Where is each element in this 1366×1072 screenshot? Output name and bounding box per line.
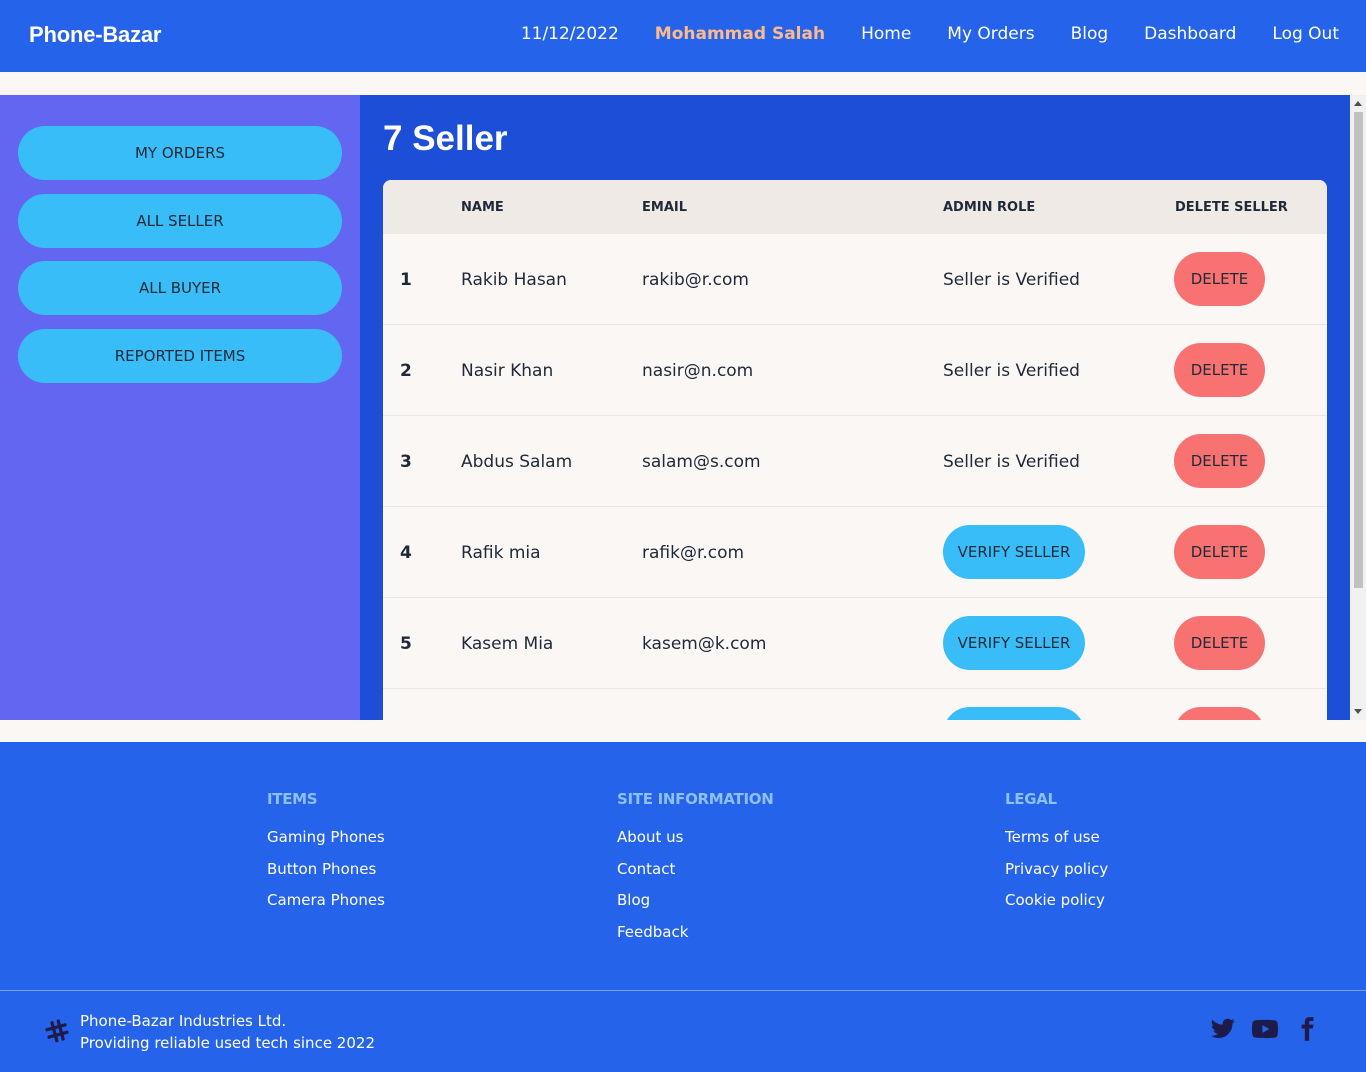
nav-link-logout[interactable]: Log Out xyxy=(1272,24,1339,44)
sidebar-item-all-seller[interactable]: ALL SELLER xyxy=(18,194,342,248)
table-row: 2 Nasir Khan nasir@n.com Seller is Verified… xyxy=(383,325,1327,416)
footer: ITEMS Gaming Phones Button Phones Camera… xyxy=(0,742,1366,1072)
footer-heading: ITEMS xyxy=(267,790,318,808)
table-row: 4 Rafik mia rafik@r.com VERIFY SELLER DELETE xyxy=(383,507,1327,598)
company-tagline: Providing reliable used tech since 2022 xyxy=(80,1034,375,1052)
nav-user-name: Mohammad Salah xyxy=(654,24,826,44)
footer-link[interactable]: Camera Phones xyxy=(267,891,385,923)
seller-email: rakib@r.com xyxy=(642,270,749,290)
company-name: Phone-Bazar Industries Ltd. xyxy=(80,1012,287,1030)
table-header: NAME EMAIL ADMIN ROLE DELETE SELLER xyxy=(383,180,1327,234)
nav-link-dashboard[interactable]: Dashboard xyxy=(1144,24,1236,44)
dashboard-sidebar: MY ORDERS ALL SELLER ALL BUYER REPORTED … xyxy=(0,95,360,720)
nav-link-blog[interactable]: Blog xyxy=(1071,24,1109,44)
footer-column-items: ITEMS Gaming Phones Button Phones Camera… xyxy=(267,790,385,923)
footer-divider xyxy=(0,990,1366,991)
scroll-thumb[interactable] xyxy=(1354,112,1363,588)
nav-links: 11/12/2022 Mohammad Salah Home My Orders… xyxy=(521,24,1339,44)
sidebar-item-my-orders[interactable]: MY ORDERS xyxy=(18,126,342,180)
brand-logo[interactable]: Phone-Bazar xyxy=(29,22,161,48)
column-header-admin-role: ADMIN ROLE xyxy=(943,200,1036,215)
delete-seller-button[interactable]: DELETE xyxy=(1174,343,1265,397)
footer-link[interactable]: Gaming Phones xyxy=(267,828,385,860)
seller-verified-status: Seller is Verified xyxy=(943,361,1080,381)
row-index: 4 xyxy=(400,543,412,563)
verify-seller-button[interactable]: VERIFY SELLER xyxy=(943,616,1085,670)
seller-verified-status: Seller is Verified xyxy=(943,270,1080,290)
footer-company: Phone-Bazar Industries Ltd. Providing re… xyxy=(44,1010,375,1054)
seller-email: nasir@n.com xyxy=(642,361,754,381)
delete-seller-button[interactable]: DELETE xyxy=(1174,616,1265,670)
seller-name: Rakib Hasan xyxy=(461,270,567,290)
page-title: 7 Seller xyxy=(383,119,508,158)
dashboard-main: 7 Seller NAME EMAIL ADMIN ROLE DELETE SE… xyxy=(360,95,1350,720)
nav-link-home[interactable]: Home xyxy=(861,24,911,44)
nav-link-my-orders[interactable]: My Orders xyxy=(947,24,1034,44)
scroll-up-arrow-icon[interactable] xyxy=(1354,101,1362,106)
scrollbar[interactable] xyxy=(1350,95,1366,720)
footer-column-legal: LEGAL Terms of use Privacy policy Cookie… xyxy=(1005,790,1108,923)
social-links xyxy=(1210,1016,1320,1042)
table-row: 5 Kasem Mia kasem@k.com VERIFY SELLER DELETE xyxy=(383,598,1327,689)
seller-name: Rafik mia xyxy=(461,543,541,563)
footer-link[interactable]: Contact xyxy=(617,860,773,892)
footer-link[interactable]: Feedback xyxy=(617,923,773,955)
seller-name: Kasem Mia xyxy=(461,634,554,654)
footer-heading: LEGAL xyxy=(1005,790,1057,808)
footer-link[interactable]: About us xyxy=(617,828,773,860)
company-logo-icon xyxy=(44,1018,70,1044)
footer-link[interactable]: Button Phones xyxy=(267,860,385,892)
delete-seller-button[interactable] xyxy=(1174,707,1265,720)
row-index: 1 xyxy=(400,270,412,290)
seller-email: salam@s.com xyxy=(642,452,761,472)
seller-name: Nasir Khan xyxy=(461,361,554,381)
twitter-icon[interactable] xyxy=(1210,1016,1236,1042)
seller-email: rafik@r.com xyxy=(642,543,745,563)
table-row-partial xyxy=(383,689,1327,720)
sidebar-item-reported-items[interactable]: REPORTED ITEMS xyxy=(18,329,342,383)
column-header-delete-seller: DELETE SELLER xyxy=(1175,200,1288,215)
youtube-icon[interactable] xyxy=(1252,1016,1278,1042)
sidebar-item-all-buyer[interactable]: ALL BUYER xyxy=(18,261,342,315)
navbar: Phone-Bazar 11/12/2022 Mohammad Salah Ho… xyxy=(0,0,1366,72)
row-index: 3 xyxy=(400,452,412,472)
footer-heading: SITE INFORMATION xyxy=(617,790,774,808)
seller-email: kasem@k.com xyxy=(642,634,767,654)
verify-seller-button[interactable] xyxy=(943,707,1085,720)
column-header-name: NAME xyxy=(461,200,504,215)
seller-verified-status: Seller is Verified xyxy=(943,452,1080,472)
row-index: 2 xyxy=(400,361,412,381)
footer-column-site-information: SITE INFORMATION About us Contact Blog F… xyxy=(617,790,774,955)
footer-link[interactable]: Terms of use xyxy=(1005,828,1108,860)
delete-seller-button[interactable]: DELETE xyxy=(1174,525,1265,579)
footer-link[interactable]: Blog xyxy=(617,891,773,923)
facebook-icon[interactable] xyxy=(1294,1016,1320,1042)
seller-table: NAME EMAIL ADMIN ROLE DELETE SELLER 1 Rak… xyxy=(383,180,1327,720)
footer-link[interactable]: Privacy policy xyxy=(1005,860,1108,892)
nav-date: 11/12/2022 xyxy=(520,24,619,44)
footer-link[interactable]: Cookie policy xyxy=(1005,891,1108,923)
delete-seller-button[interactable]: DELETE xyxy=(1174,434,1265,488)
delete-seller-button[interactable]: DELETE xyxy=(1174,252,1265,306)
table-row: 3 Abdus Salam salam@s.com Seller is Verifie… xyxy=(383,416,1327,507)
table-row: 1 Rakib Hasan rakib@r.com Seller is Verifie… xyxy=(383,234,1327,325)
scroll-down-arrow-icon[interactable] xyxy=(1354,709,1362,714)
seller-name: Abdus Salam xyxy=(461,452,573,472)
row-index: 5 xyxy=(400,634,412,654)
verify-seller-button[interactable]: VERIFY SELLER xyxy=(943,525,1085,579)
column-header-email: EMAIL xyxy=(642,200,687,215)
